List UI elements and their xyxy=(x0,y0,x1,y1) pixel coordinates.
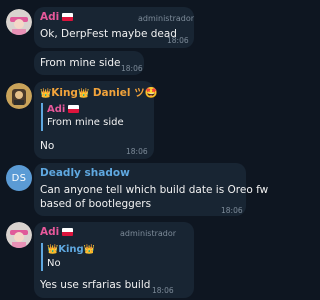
admin-role-label: administrador xyxy=(120,229,177,238)
king-daniel-avatar[interactable] xyxy=(6,83,32,109)
deadly-shadow-avatar[interactable]: DS xyxy=(6,165,32,191)
message-text: Ok, DerpFest maybe dead xyxy=(40,28,177,40)
message-text: No xyxy=(40,140,55,152)
message-time: 18:06 xyxy=(167,36,189,45)
message-time: 18:06 xyxy=(121,64,143,73)
crown-icon: 👑 xyxy=(40,89,52,99)
sender-name-adi[interactable]: Adi xyxy=(40,11,74,23)
message-text: Yes use srfarias build xyxy=(40,279,151,291)
message-bubble-adi-1[interactable]: Adi administrador Ok, DerpFest maybe dea… xyxy=(34,7,194,48)
message-bubble-king-daniel[interactable]: 👑King👑 Daniel ツ🤩 Adi From mine side No 1… xyxy=(34,81,158,159)
reply-text: From mine side xyxy=(47,117,124,128)
sender-name-king-daniel[interactable]: 👑King👑 Daniel ツ🤩 xyxy=(40,85,158,100)
sender-name-deadly-shadow[interactable]: Deadly shadow xyxy=(40,167,130,179)
poland-flag-icon xyxy=(62,228,74,236)
poland-flag-icon xyxy=(68,105,80,113)
reply-text: No xyxy=(47,258,61,269)
message-text: From mine side xyxy=(40,57,121,69)
message-time: 18:06 xyxy=(152,286,174,295)
message-text-line-2: based of bootleggers xyxy=(40,198,152,210)
reply-preview[interactable]: 👑King👑 No xyxy=(41,243,95,271)
crown-icon: 👑 xyxy=(47,245,59,255)
message-bubble-adi-2[interactable]: From mine side 18:06 xyxy=(34,51,144,75)
message-time: 18:06 xyxy=(126,147,148,156)
message-bubble-deadly-shadow[interactable]: Deadly shadow Can anyone tell which buil… xyxy=(34,163,268,216)
reply-name: Adi xyxy=(47,103,124,116)
reply-preview[interactable]: Adi From mine side xyxy=(41,103,124,131)
adi-avatar[interactable] xyxy=(6,222,32,248)
crown-icon: 👑 xyxy=(77,89,90,99)
poland-flag-icon xyxy=(62,13,74,21)
message-time: 18:06 xyxy=(221,206,243,215)
adi-avatar[interactable] xyxy=(6,9,32,35)
sender-name-adi[interactable]: Adi xyxy=(40,226,74,238)
message-text-line-1: Can anyone tell which build date is Oreo… xyxy=(40,184,269,196)
avatar-initials: DS xyxy=(11,172,27,184)
crown-icon: 👑 xyxy=(83,245,95,255)
message-bubble-adi-3[interactable]: Adi administrador 👑King👑 No Yes use srfa… xyxy=(34,222,194,298)
chat-message-list: Adi administrador Ok, DerpFest maybe dea… xyxy=(0,0,268,300)
reply-name: 👑King👑 xyxy=(47,244,95,255)
admin-role-label: administrador xyxy=(138,14,195,23)
